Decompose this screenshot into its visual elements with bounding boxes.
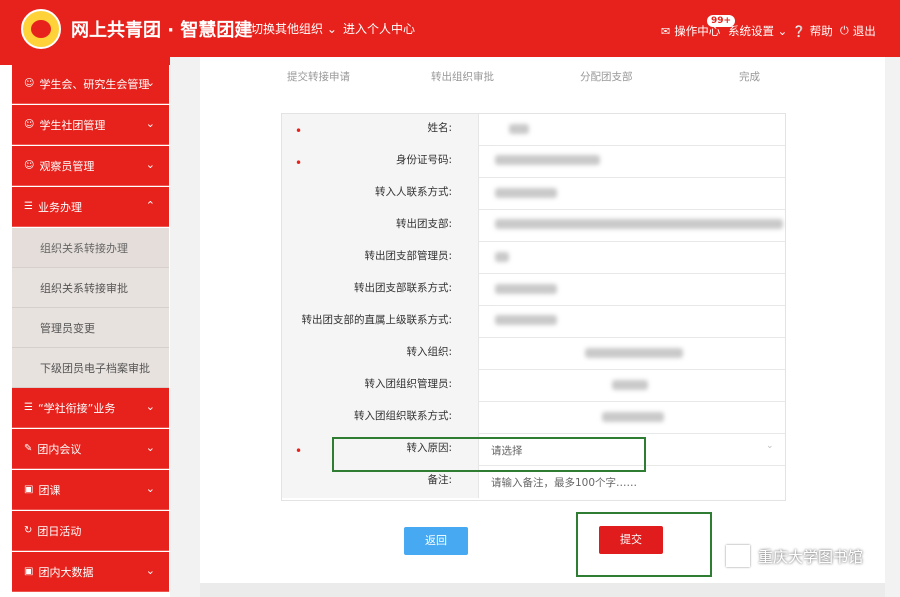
chevron-down-icon: ⌄ (145, 564, 155, 577)
sidebar-subitem-transfer-approve[interactable]: 组织关系转接审批 (12, 268, 169, 308)
step-out-approve: 转出组织审批 (431, 71, 494, 83)
settings-link[interactable]: 系统设置 ⌄ (728, 23, 787, 39)
group-icon: ☺ (24, 119, 35, 130)
sidebar: ☺ 学生会、研究生会管理 ⌄ ☺ 学生社团管理 ⌄ ☺ 观察员管理 ⌄ ☰ 业务办理 ⌃ 组织关… (0, 57, 170, 597)
sidebar-item-meetings[interactable]: ✎ 团内会议 ⌄ (12, 429, 169, 469)
form-row-out-contact: 转出团支部联系方式: (282, 274, 785, 306)
chevron-down-icon[interactable]: ⌄ (766, 441, 774, 451)
chevron-down-icon: ⌄ (145, 158, 155, 171)
envelope-icon: ✉ (661, 24, 671, 38)
group-icon: ☺ (24, 78, 35, 89)
sidebar-item-business[interactable]: ☰ 业务办理 ⌃ (12, 187, 169, 227)
chevron-down-icon: ⌄ (777, 24, 788, 38)
switch-org-link[interactable]: 切换其他组织 ⌄ (251, 20, 337, 37)
chevron-down-icon: ⌄ (145, 482, 155, 495)
list-icon: ☰ (24, 402, 33, 413)
step-assign: 分配团支部 (580, 71, 633, 83)
main-content: 提交转接申请 转出组织审批 分配团支部 完成 姓名: • 身份证号码: • 转入… (200, 57, 885, 597)
remark-input[interactable]: 请输入备注，最多100个字…… (491, 475, 637, 490)
form-row-contact: 转入人联系方式: (282, 178, 785, 210)
chevron-down-icon: ⌄ (145, 400, 155, 413)
submit-highlight-box (576, 512, 712, 577)
top-header: 网上共青团 · 智慧团建 切换其他组织 ⌄ 进入个人中心 ✉ 操作中心 99+ 系… (0, 0, 900, 57)
question-icon: ❔ (792, 24, 806, 38)
form-row-in-admin: 转入团组织管理员: (282, 370, 785, 402)
power-icon: ⏻ (840, 24, 849, 37)
chevron-down-icon: ⌄ (145, 117, 155, 130)
site-title: 网上共青团 · 智慧团建 (71, 20, 253, 41)
sidebar-item-clubs[interactable]: ☺ 学生社团管理 ⌄ (12, 105, 169, 145)
sidebar-subitem-transfer-handle[interactable]: 组织关系转接办理 (12, 228, 169, 268)
required-mark: • (295, 444, 303, 458)
library-watermark: 重庆大学图书馆 (726, 545, 863, 567)
back-button[interactable]: 返回 (404, 527, 468, 555)
personal-center-link[interactable]: 进入个人中心 (343, 20, 415, 37)
logout-link[interactable]: ⏻ 退出 (840, 23, 876, 39)
required-mark: • (295, 156, 303, 170)
form-row-id: 身份证号码: • (282, 146, 785, 178)
form-row-in-contact: 转入团组织联系方式: (282, 402, 785, 434)
edit-icon: ✎ (24, 443, 33, 454)
reason-highlight-box (332, 437, 646, 472)
sidebar-item-school-society[interactable]: ☰ “学社衔接”业务 ⌄ (12, 388, 169, 428)
sidebar-item-observers[interactable]: ☺ 观察员管理 ⌄ (12, 146, 169, 186)
form-row-out-superior: 转出团支部的直属上级联系方式: (282, 306, 785, 338)
list-icon: ☰ (24, 201, 33, 212)
sidebar-item-bigdata[interactable]: ▣ 团内大数据 ⌄ (12, 552, 169, 592)
form-row-out-branch: 转出团支部: (282, 210, 785, 242)
sidebar-item-student-union[interactable]: ☺ 学生会、研究生会管理 ⌄ (12, 64, 169, 104)
form-row-in-org: 转入组织: (282, 338, 785, 370)
required-mark: • (295, 124, 303, 138)
sidebar-item-activities[interactable]: ↻ 团日活动 (12, 511, 169, 551)
form-row-name: 姓名: • (282, 114, 785, 146)
group-icon: ☺ (24, 160, 35, 171)
step-done: 完成 (739, 71, 760, 83)
chevron-up-icon: ⌃ (145, 199, 155, 212)
sidebar-subitem-archive-approve[interactable]: 下级团员电子档案审批 (12, 348, 169, 388)
sidebar-subitem-admin-change[interactable]: 管理员变更 (12, 308, 169, 348)
step-submit: 提交转接申请 (287, 71, 350, 83)
chevron-down-icon: ⌄ (145, 441, 155, 454)
library-logo-icon (726, 545, 750, 567)
folder-icon: ▣ (24, 566, 34, 577)
folder-icon: ▣ (24, 484, 34, 495)
sidebar-item-lessons[interactable]: ▣ 团课 ⌄ (12, 470, 169, 510)
help-link[interactable]: ❔ 帮助 (792, 23, 833, 39)
form-row-out-admin: 转出团支部管理员: (282, 242, 785, 274)
refresh-icon: ↻ (24, 525, 33, 536)
chevron-down-icon: ⌄ (145, 76, 155, 89)
youth-league-logo-icon (21, 9, 61, 49)
chevron-down-icon: ⌄ (326, 22, 337, 36)
